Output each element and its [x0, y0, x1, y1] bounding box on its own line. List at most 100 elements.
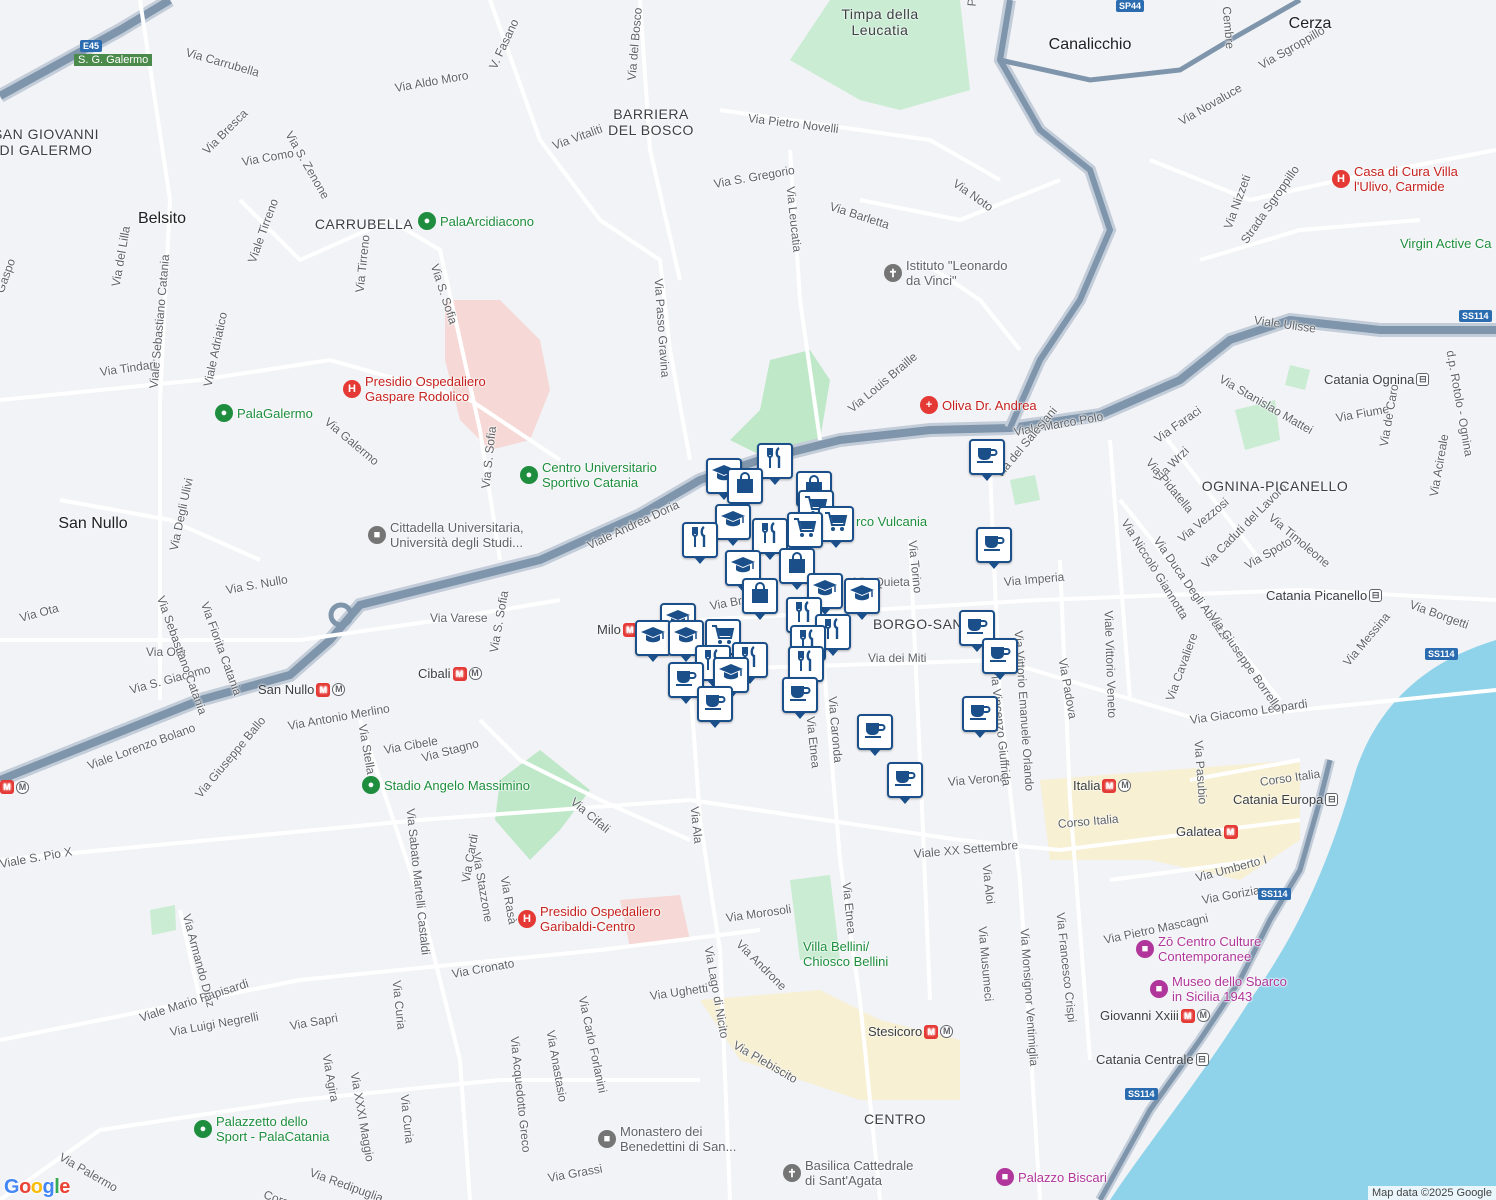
education-marker[interactable] — [635, 620, 671, 662]
train-station-icon: ⊟ — [1416, 373, 1430, 386]
poi-oliva[interactable]: + Oliva Dr. Andrea — [920, 396, 1037, 414]
poi-icon: ✝ — [884, 264, 902, 282]
poi-label: Centro Universitario Sportivo Catania — [542, 460, 657, 490]
education-marker[interactable] — [844, 578, 880, 620]
education-icon — [849, 583, 875, 609]
station-label: Cibali — [418, 666, 451, 681]
poi-monastero[interactable]: ■ Monastero dei Benedettini di San... — [598, 1124, 736, 1154]
station-cateuropa[interactable]: Catania Europa ⊟ — [1233, 792, 1339, 807]
poi-icon: ■ — [996, 1168, 1014, 1186]
cafe-icon — [789, 683, 811, 707]
station-catchentrale[interactable]: Catania Centrale ⊟ — [1096, 1052, 1209, 1067]
grocery-marker[interactable] — [818, 506, 854, 548]
metro-icon: M — [1223, 824, 1238, 839]
poi-presidio2[interactable]: H Presidio Ospedaliero Garibaldi-Centro — [518, 904, 661, 934]
shop-icon — [750, 582, 770, 610]
station-label: Catania Picanello — [1266, 588, 1368, 603]
ss114-shield-b: SS114 — [1425, 648, 1458, 660]
poi-label: Cittadella Universitaria, Università degl… — [390, 520, 524, 550]
station-label: Catania Ognina — [1324, 372, 1415, 387]
station-catognina[interactable]: Catania Ognina ⊟ — [1324, 372, 1430, 387]
station-leftstation[interactable]: MM — [0, 780, 29, 794]
cafe-icon — [989, 644, 1011, 668]
e45-shield: E45 — [80, 40, 103, 52]
station-milo[interactable]: Milo M — [597, 622, 637, 637]
station-label: Galatea — [1176, 824, 1222, 839]
cafe-marker[interactable] — [782, 677, 818, 719]
area-label-centro: CENTRO — [863, 1111, 927, 1127]
metro-icon: M — [1118, 779, 1132, 792]
poi-palaarcidiacono[interactable]: ● PalaArcidiacono — [418, 212, 534, 230]
poi-icon: H — [1332, 170, 1350, 188]
cafe-marker[interactable] — [982, 638, 1018, 680]
cafe-icon — [864, 720, 886, 744]
poi-label: Monastero dei Benedettini di San... — [620, 1124, 737, 1154]
map-canvas[interactable]: Via Carrubella Via Aldo Moro V. Fasano Via … — [0, 0, 1496, 1200]
poi-icon: + — [920, 396, 938, 414]
poi-icon: ✝ — [783, 1164, 801, 1182]
street-label: Via Varese — [430, 611, 488, 625]
poi-zo[interactable]: ■ Zō Centro Culture Contemporanee — [1136, 934, 1261, 964]
station-italia[interactable]: Italia M M — [1073, 778, 1132, 793]
station-stesicoro[interactable]: Stesicoro M M — [868, 1024, 954, 1039]
cafe-icon — [969, 702, 991, 726]
poi-icon: ■ — [598, 1130, 616, 1148]
area-label-belsito: Belsito — [137, 210, 187, 227]
map-data-credit[interactable]: Map data ©2025 Google — [1367, 1186, 1496, 1200]
cafe-marker[interactable] — [976, 527, 1012, 569]
poi-villabellini[interactable]: Villa Bellini/Chiosco Bellini — [803, 939, 888, 969]
poi-label: Palazzetto dello Sport - PalaCatania — [216, 1114, 330, 1144]
cafe-marker[interactable] — [969, 439, 1005, 481]
poi-istituto[interactable]: ✝ Istituto "Leonardo da Vinci" — [884, 258, 1007, 288]
poi-label: Zō Centro Culture Contemporanee — [1158, 934, 1262, 964]
shop-marker[interactable] — [742, 578, 778, 620]
sp44-shield: SP44 — [1116, 0, 1145, 12]
poi-presidio1[interactable]: H Presidio Ospedaliero Gaspare Rodolico — [343, 374, 486, 404]
cafe-marker[interactable] — [697, 686, 733, 728]
poi-icon: H — [518, 910, 536, 928]
education-icon — [640, 625, 666, 651]
cafe-marker[interactable] — [857, 714, 893, 756]
poi-basilica[interactable]: ✝ Basilica Cattedrale di Sant'Agata — [783, 1158, 913, 1188]
poi-stadio[interactable]: ● Stadio Angelo Massimino — [362, 776, 530, 794]
station-giovanni23[interactable]: Giovanni Xxiii M M — [1100, 1008, 1210, 1023]
station-cibali[interactable]: Cibali M M — [418, 666, 482, 681]
poi-palagalermo[interactable]: ● PalaGalermo — [215, 404, 313, 422]
restaurant-marker[interactable] — [682, 522, 718, 564]
cafe-marker[interactable] — [887, 762, 923, 804]
poi-icon: ● — [520, 466, 538, 484]
street-label: Viale Vittorio Veneto — [1101, 610, 1120, 719]
area-label-borgo: BORGO-SAN — [872, 616, 964, 632]
cafe-marker[interactable] — [962, 696, 998, 738]
poi-icon: ● — [215, 404, 233, 422]
station-catpicanello[interactable]: Catania Picanello ⊟ — [1266, 588, 1383, 603]
street-label: Via Aloi — [979, 863, 998, 905]
metro-icon: M — [332, 683, 346, 696]
train-station-icon: ⊟ — [1195, 1053, 1209, 1066]
poi-casadicura[interactable]: H Casa di Cura Villa l'Ulivo, Carmide — [1332, 164, 1458, 194]
poi-virgin[interactable]: Virgin Active Ca — [1400, 236, 1492, 251]
poi-icon: ● — [362, 776, 380, 794]
area-label-ognina: OGNINA-PICANELLO — [1201, 478, 1349, 494]
poi-icon: ■ — [1150, 980, 1168, 998]
poi-museo[interactable]: ■ Museo dello Sbarco in Sicilia 1943 — [1150, 974, 1287, 1004]
poi-centrouniv[interactable]: ● Centro Universitario Sportivo Catania — [520, 460, 657, 490]
area-label-canalicchio: Canalicchio — [1048, 36, 1132, 53]
restaurant-icon — [765, 447, 785, 475]
poi-cittadella[interactable]: ■ Cittadella Universitaria, Università deg… — [368, 520, 524, 550]
station-galatea[interactable]: Galatea M — [1176, 824, 1238, 839]
station-sannullost[interactable]: San Nullo M M — [258, 682, 346, 697]
metro-icon: M — [16, 780, 29, 794]
shop-marker[interactable] — [727, 468, 763, 510]
metro-icon: M — [924, 1024, 939, 1039]
area-label-leucatia: Timpa della Leucatia — [841, 6, 919, 38]
grocery-marker[interactable] — [787, 512, 823, 554]
restaurant-icon — [760, 522, 780, 550]
poi-palazzetto[interactable]: ● Palazzetto dello Sport - PalaCatania — [194, 1114, 329, 1144]
poi-biscari[interactable]: ■ Palazzo Biscari — [996, 1168, 1107, 1186]
poi-parcovulcania[interactable]: rco Vulcania — [856, 514, 927, 529]
area-label-barriera: BARRIERA DEL BOSCO — [608, 106, 694, 138]
street-label: Via Ala — [687, 805, 706, 845]
education-marker[interactable] — [715, 504, 751, 546]
station-label: Italia — [1073, 778, 1101, 793]
